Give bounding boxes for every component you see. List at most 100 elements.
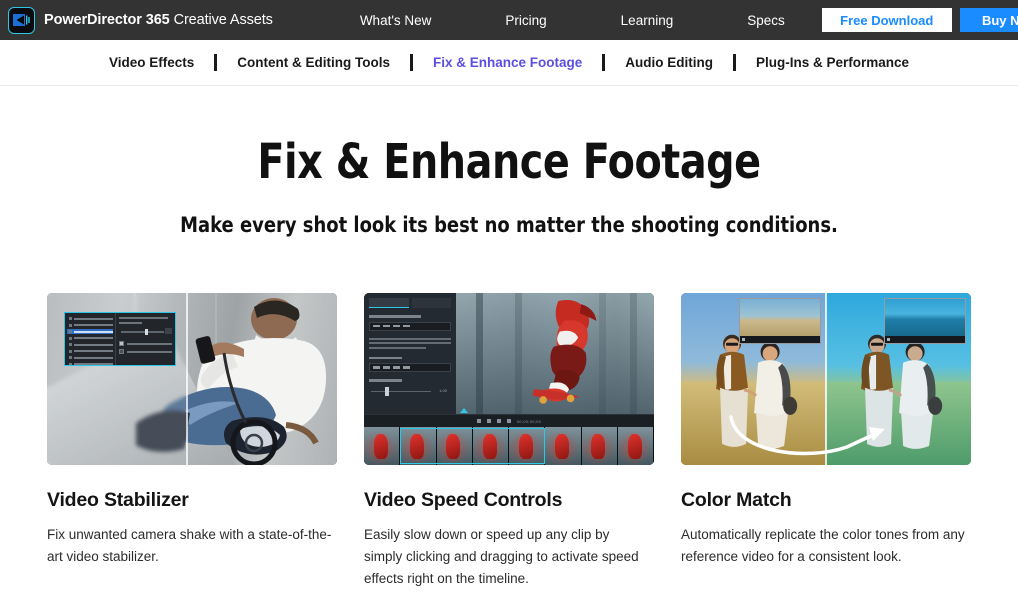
card-title: Video Stabilizer	[47, 489, 189, 511]
filmstrip-frame[interactable]	[400, 427, 437, 465]
effect-list	[65, 313, 116, 365]
list-item[interactable]	[67, 362, 113, 365]
nav-item-whats-new[interactable]: What's New	[323, 13, 469, 28]
play-icon[interactable]	[887, 338, 890, 341]
checkbox-row[interactable]	[118, 349, 172, 354]
color-match-scene	[681, 293, 971, 465]
top-header: PowerDirector 365 Creative Assets What's…	[0, 0, 1018, 40]
stabilizer-options	[116, 313, 175, 365]
video-preview[interactable]	[456, 293, 654, 414]
reference-thumbnail-before[interactable]	[739, 298, 821, 344]
tree-trunk	[630, 293, 638, 414]
card-description: Fix unwanted camera shake with a state-o…	[47, 527, 332, 564]
list-item[interactable]	[67, 342, 113, 347]
before-after-divider	[186, 293, 188, 465]
editor-top-area: 1.00	[364, 293, 654, 414]
filmstrip-frame[interactable]	[545, 427, 582, 465]
filmstrip-frame[interactable]	[472, 427, 509, 465]
powerdirector-logo-icon[interactable]	[8, 6, 35, 34]
color-match-screenshot[interactable]	[681, 293, 971, 465]
filmstrip-frame[interactable]	[436, 427, 473, 465]
helper-text	[369, 337, 451, 340]
helper-text	[369, 342, 451, 344]
sub-nav: Video Effects Content & Editing Tools Fi…	[0, 40, 1018, 86]
thumbnail-image	[740, 299, 820, 336]
list-item-selected[interactable]	[67, 329, 113, 334]
video-speed-controls-screenshot[interactable]: 1.00 00;00;00;00	[364, 293, 654, 465]
buy-now-button[interactable]: Buy Now	[959, 8, 1018, 32]
panel-tabs	[369, 298, 451, 308]
reference-thumbnail-after[interactable]	[884, 298, 966, 344]
free-download-button[interactable]: Free Download	[821, 8, 952, 32]
list-item[interactable]	[67, 316, 113, 321]
subnav-item-fix-enhance-footage[interactable]: Fix & Enhance Footage	[413, 55, 602, 70]
nav-item-pricing[interactable]: Pricing	[468, 13, 583, 28]
video-stabilizer-screenshot[interactable]	[47, 293, 337, 465]
prev-frame-icon[interactable]	[496, 419, 501, 423]
speed-multiplier-slider[interactable]: 1.00	[369, 386, 451, 396]
subnav-item-plug-ins-performance[interactable]: Plug-Ins & Performance	[736, 55, 929, 70]
feature-card-color-match: Color Match Automatically replicate the …	[681, 293, 971, 590]
skateboarder-photo	[532, 299, 596, 404]
top-nav: What's New Pricing Learning Specs	[323, 13, 822, 28]
helper-text	[369, 346, 427, 349]
feature-card-video-stabilizer: Video Stabilizer Fix unwanted camera sha…	[47, 293, 337, 590]
stabilizer-scene	[47, 293, 337, 465]
stop-icon[interactable]	[486, 419, 491, 423]
playback-controls: 00;00;00;00	[364, 414, 654, 427]
speed-multiplier-label	[369, 379, 402, 382]
filmstrip-frame[interactable]	[364, 427, 401, 465]
nav-item-specs[interactable]: Specs	[710, 13, 822, 28]
tab-selected-range[interactable]	[411, 298, 451, 308]
stabilizer-settings-panel[interactable]	[64, 312, 176, 366]
brand-title: PowerDirector 365 Creative Assets	[44, 12, 273, 28]
card-title: Color Match	[681, 489, 792, 511]
next-frame-icon[interactable]	[506, 419, 511, 423]
tree-trunk	[475, 293, 483, 414]
original-length-field[interactable]	[369, 321, 451, 331]
filmstrip-frame[interactable]	[509, 427, 546, 465]
subnav-item-video-effects[interactable]: Video Effects	[89, 55, 214, 70]
subnav-item-content-editing-tools[interactable]: Content & Editing Tools	[217, 55, 410, 70]
filmstrip-frame[interactable]	[617, 427, 654, 465]
filmstrip-frame[interactable]	[581, 427, 618, 465]
hero-section: Fix & Enhance Footage Make every shot lo…	[0, 86, 1018, 237]
list-item[interactable]	[67, 336, 113, 341]
correction-slider[interactable]	[119, 328, 172, 335]
speed-controls-scene: 1.00 00;00;00;00	[364, 293, 654, 465]
list-item[interactable]	[67, 349, 113, 354]
page-subtitle: Make every shot look its best no matter …	[180, 213, 838, 237]
card-description: Automatically replicate the color tones …	[681, 527, 965, 564]
checkbox-row[interactable]	[118, 341, 172, 346]
brand[interactable]: PowerDirector 365 Creative Assets	[8, 6, 273, 34]
nav-item-learning[interactable]: Learning	[584, 13, 711, 28]
page-title: Fix & Enhance Footage	[257, 134, 761, 190]
option-label	[118, 317, 168, 319]
play-icon[interactable]	[476, 419, 481, 423]
color-transfer-arrow-icon	[729, 415, 886, 456]
tab-entire-clip[interactable]	[369, 298, 409, 308]
new-length-label	[369, 356, 402, 359]
play-icon[interactable]	[742, 338, 745, 341]
brand-name-light: Creative Assets	[169, 12, 273, 28]
option-label	[118, 322, 143, 324]
speed-settings-panel: 1.00	[364, 293, 456, 414]
logo-glyph	[12, 14, 30, 26]
thumbnail-toolbar	[740, 336, 820, 343]
card-title: Video Speed Controls	[364, 489, 563, 511]
timeline-filmstrip[interactable]	[364, 427, 654, 465]
timecode-display: 00;00;00;00	[516, 418, 542, 424]
thumbnail-image	[885, 299, 965, 336]
card-description: Easily slow down or speed up any clip by…	[364, 527, 639, 586]
list-item[interactable]	[67, 355, 113, 360]
original-length-label	[369, 315, 422, 318]
brand-name-bold: PowerDirector 365	[44, 12, 170, 28]
playhead-marker[interactable]	[460, 408, 468, 413]
subnav-item-audio-editing[interactable]: Audio Editing	[605, 55, 733, 70]
new-length-field[interactable]	[369, 363, 451, 372]
list-item[interactable]	[67, 323, 113, 328]
feature-card-video-speed-controls: 1.00 00;00;00;00 Video Speed Controls Ea…	[364, 293, 654, 590]
header-buttons: Free Download Buy Now	[821, 8, 1018, 32]
feature-cards: Video Stabilizer Fix unwanted camera sha…	[0, 293, 1018, 590]
thumbnail-toolbar	[885, 336, 965, 343]
